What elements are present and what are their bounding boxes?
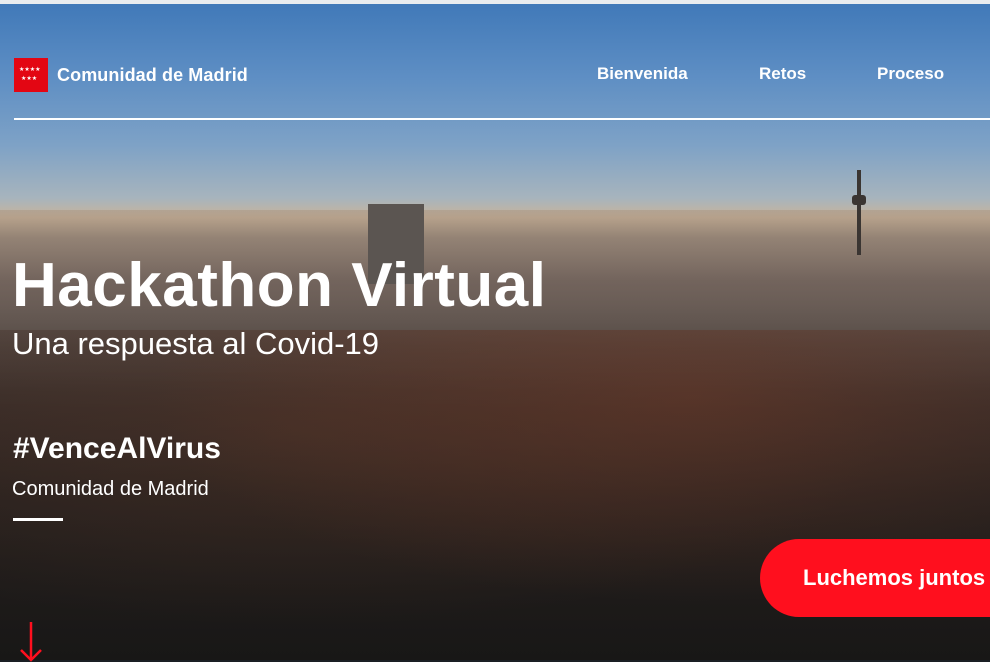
site-logo[interactable]: ★★★★ ★★★ Comunidad de Madrid (14, 58, 248, 92)
page-title: Hackathon Virtual (12, 251, 547, 320)
cta-button[interactable]: Luchemos juntos (760, 539, 990, 617)
section-divider (13, 518, 63, 521)
nav-bienvenida[interactable]: Bienvenida (597, 64, 688, 84)
hashtag-heading: #VenceAlVirus (13, 432, 221, 465)
header-divider (14, 118, 990, 120)
madrid-flag-icon: ★★★★ ★★★ (14, 58, 48, 92)
tv-tower-top (852, 195, 866, 205)
arrow-down-icon[interactable] (19, 622, 43, 662)
page-subtitle: Una respuesta al Covid-19 (12, 326, 380, 361)
logo-text: Comunidad de Madrid (57, 64, 248, 85)
tv-tower (857, 170, 861, 255)
top-strip (0, 0, 990, 4)
nav-proceso[interactable]: Proceso (877, 64, 944, 84)
organizer-label: Comunidad de Madrid (12, 478, 209, 500)
cta-label: Luchemos juntos (803, 565, 986, 590)
nav-retos[interactable]: Retos (759, 64, 806, 84)
